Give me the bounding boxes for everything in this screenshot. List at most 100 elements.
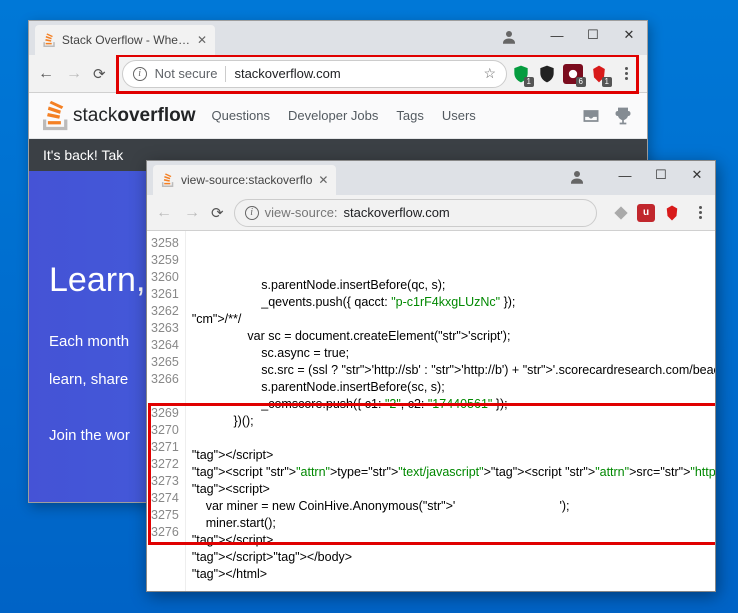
code-line: "tag"><script "str">"attrn">type="str">"… [192,464,715,481]
line-number: 3274 [151,490,179,507]
code-line: s.parentNode.insertBefore(sc, s); [192,379,715,396]
tab-stackoverflow[interactable]: Stack Overflow - Where ... ✕ [35,25,215,55]
url-prefix: view-source: [265,205,338,220]
close-window-button[interactable]: ✕ [611,21,647,49]
reload-button[interactable]: ⟳ [211,204,224,222]
tab-title: Stack Overflow - Where ... [62,33,191,47]
minimize-button[interactable]: — [539,21,575,49]
nav-devjobs[interactable]: Developer Jobs [288,108,378,123]
maximize-button[interactable]: ☐ [575,21,611,49]
extension-ublock-icon[interactable]: 6 [563,64,583,84]
line-number: 3260 [151,269,179,286]
maximize-button[interactable]: ☐ [643,161,679,189]
extension-diamond-icon[interactable] [613,205,629,221]
code-line: "tag"><script> [192,481,715,498]
extension-brave-icon[interactable] [663,204,681,222]
nav-users[interactable]: Users [442,108,476,123]
line-number: 3270 [151,422,179,439]
code-line: s.parentNode.insertBefore(qc, s); [192,277,715,294]
minimize-button[interactable]: — [607,161,643,189]
inbox-icon[interactable] [581,106,601,126]
code-line: _qevents.push({ qacct: "p-c1rF4kxgLUzNc"… [192,294,715,311]
line-number: 3263 [151,320,179,337]
bookmark-star-icon[interactable]: ☆ [483,65,496,82]
toolbar-2: ← → ⟳ i view-source: stackoverflow.com u [147,195,715,231]
extension-icons-2: u [613,204,707,222]
chrome-menu-icon[interactable] [693,206,707,219]
forward-button: → [65,65,83,83]
extension-shield-green-icon[interactable]: 1 [511,64,531,84]
line-number: 3258 [151,235,179,252]
stackoverflow-header-right [581,106,633,126]
line-number: 3259 [151,252,179,269]
url-text: stackoverflow.com [344,205,450,220]
tab-viewsource[interactable]: view-source:stackoverflo ✕ [153,165,336,195]
code-line: var sc = document.createElement("str">'s… [192,328,715,345]
line-number: 3276 [151,524,179,541]
line-number: 3261 [151,286,179,303]
address-bar-2[interactable]: i view-source: stackoverflow.com [234,199,597,227]
code-line: sc.src = (ssl ? "str">'http://sb' : "str… [192,362,715,379]
badge-count: 1 [602,77,612,87]
back-button: ← [155,204,173,222]
view-source-pane[interactable]: 325832593260326132623263326432653266 3269… [147,231,715,591]
highlight-addressbar: i Not secure stackoverflow.com ☆ 1 6 [116,54,639,94]
stackoverflow-nav: Questions Developer Jobs Tags Users [211,108,475,123]
tab-strip-2: view-source:stackoverflo ✕ — ☐ ✕ [147,161,715,195]
line-number: 3272 [151,456,179,473]
logo-text-a: stack [73,105,117,126]
toolbar-1: ← → ⟳ i Not secure stackoverflow.com ☆ 1 [29,55,647,93]
extension-shield-black-icon[interactable] [537,64,557,84]
nav-questions[interactable]: Questions [211,108,270,123]
close-tab-icon[interactable]: ✕ [197,33,207,47]
tab-title: view-source:stackoverflo [181,173,312,187]
code-line: miner.start(); [192,515,715,532]
code-line: _comscore.push({ c1: "2", c2: "17440561"… [192,396,715,413]
window-controls-1: — ☐ ✕ [539,21,647,49]
stackoverflow-favicon-icon [43,33,56,47]
line-number: 3271 [151,439,179,456]
security-label: Not secure [155,66,218,81]
chrome-menu-icon[interactable] [619,67,633,80]
line-number: 3273 [151,473,179,490]
window-controls-2: — ☐ ✕ [607,161,715,189]
close-window-button[interactable]: ✕ [679,161,715,189]
code-line: "tag"></script>"tag"></body> [192,549,715,566]
badge-count: 1 [524,77,534,87]
source-code: s.parentNode.insertBefore(qc, s); _qeven… [186,231,715,591]
line-number: 3266 [151,371,179,388]
stackoverflow-logo[interactable]: stackoverflow [43,100,195,130]
badge-count: 6 [576,77,586,87]
extension-ublock-icon[interactable]: u [637,204,655,222]
url-text: stackoverflow.com [234,66,340,81]
extension-brave-icon[interactable]: 1 [589,64,609,84]
stackoverflow-favicon-icon [161,173,175,187]
back-button[interactable]: ← [37,65,55,83]
account-icon[interactable] [559,163,595,191]
code-line: sc.async = true; [192,345,715,362]
extension-icons-1: 1 6 1 [511,64,633,84]
logo-text-b: overflow [117,105,195,126]
code-line: "tag"></script> [192,447,715,464]
site-info-icon[interactable]: i [245,206,259,220]
site-info-icon[interactable]: i [133,67,147,81]
nav-tags[interactable]: Tags [396,108,423,123]
reload-button[interactable]: ⟳ [93,65,106,83]
address-bar-1[interactable]: i Not secure stackoverflow.com ☆ [122,60,507,88]
separator [225,66,226,82]
code-line: "tag"></script> [192,532,715,549]
close-tab-icon[interactable]: ✕ [318,173,328,187]
line-number: 3275 [151,507,179,524]
account-icon[interactable] [491,23,527,51]
code-line: "cm">/**/ [192,311,715,328]
tab-strip-1: Stack Overflow - Where ... ✕ — ☐ ✕ [29,21,647,55]
code-line: "tag"></html> [192,566,715,583]
line-number: 3262 [151,303,179,320]
line-number: 3265 [151,354,179,371]
achievements-icon[interactable] [613,106,633,126]
line-number: 3264 [151,337,179,354]
line-number: 3269 [151,405,179,422]
chrome-window-2: view-source:stackoverflo ✕ — ☐ ✕ ← → ⟳ i… [146,160,716,592]
line-number-gutter: 325832593260326132623263326432653266 3269… [147,231,186,591]
forward-button: → [183,204,201,222]
